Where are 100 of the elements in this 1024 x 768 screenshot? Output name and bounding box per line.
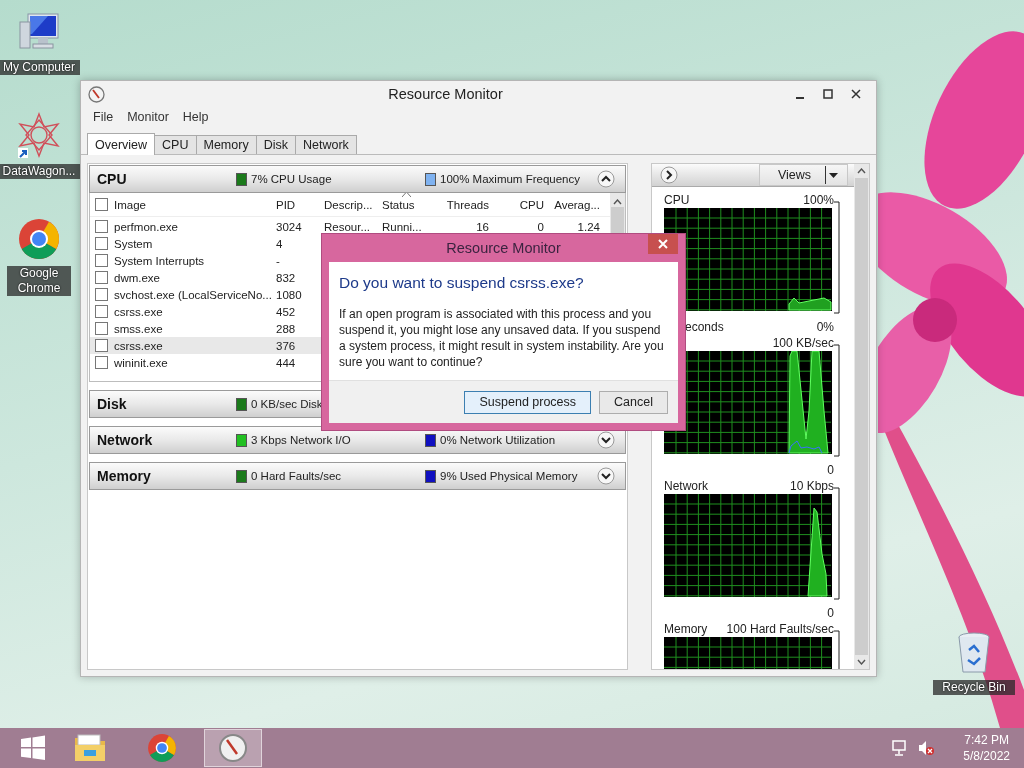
section-title: Disk <box>97 396 128 412</box>
scale-label: 100% <box>803 193 834 208</box>
table-cell: csrss.exe <box>114 339 163 352</box>
table-cell-text: 0 <box>536 220 545 233</box>
muted-speaker-icon[interactable] <box>917 739 936 757</box>
tab[interactable]: Network <box>294 135 357 154</box>
stat-text: 9% Used Physical Memory <box>440 470 578 482</box>
column-header[interactable]: Image <box>114 198 146 211</box>
menu-item[interactable]: Help <box>182 110 209 126</box>
folder-icon[interactable] <box>73 733 107 763</box>
scale-label: 0 <box>827 606 834 620</box>
section-title: Memory <box>97 468 152 484</box>
stat-text: 7% CPU Usage <box>251 173 332 185</box>
table-cell-text: 1080 <box>275 288 303 301</box>
menu-item[interactable]: File <box>93 110 114 126</box>
column-header[interactable]: CPU <box>495 198 550 211</box>
graph-title: Network <box>664 479 708 494</box>
menu-item[interactable]: Monitor <box>127 110 169 126</box>
column-header[interactable]: Status <box>378 198 440 211</box>
dialog-heading: Do you want to suspend csrss.exe? <box>339 274 585 292</box>
table-cell-text: 288 <box>275 322 297 335</box>
expand-icon[interactable] <box>597 431 615 449</box>
expand-icon[interactable] <box>597 467 615 485</box>
scrollbar-thumb[interactable] <box>855 178 868 655</box>
clock-date[interactable]: 5/8/2022 <box>963 748 1010 764</box>
table-cell: System Interrupts <box>114 254 205 267</box>
browser-icon[interactable] <box>146 732 178 764</box>
table-cell: wininit.exe <box>114 356 168 369</box>
table-cell-text: Resour... <box>323 220 372 233</box>
section-title: Network <box>97 432 154 448</box>
clock-time[interactable]: 7:42 PM <box>964 732 1009 748</box>
column-header[interactable]: Averag... <box>550 198 606 211</box>
table-cell: System <box>114 237 153 250</box>
scroll-up-icon[interactable] <box>857 168 866 174</box>
caret-icon <box>829 172 838 178</box>
graph-title: CPU <box>664 193 690 208</box>
select-all-checkbox[interactable] <box>95 198 108 211</box>
scrollbar[interactable] <box>854 164 869 669</box>
tab[interactable]: Overview <box>87 133 156 155</box>
table-cell-text: 3024 <box>275 220 303 233</box>
minimize-icon <box>795 97 805 99</box>
icon-label[interactable]: Google Chrome <box>7 266 71 296</box>
row-checkbox[interactable] <box>95 305 108 318</box>
table-cell-text: 832 <box>275 271 297 284</box>
table-cell: perfmon.exe <box>114 220 178 233</box>
taskbar-button[interactable] <box>204 729 262 767</box>
maximize-icon <box>823 89 833 99</box>
scale-label: 0% <box>816 320 834 334</box>
tab[interactable]: CPU <box>154 135 197 154</box>
row-checkbox[interactable] <box>95 220 108 233</box>
dialog-title: Resource Monitor <box>445 240 562 256</box>
section-title: CPU <box>97 171 128 187</box>
scale-label: 100 Hard Faults/sec <box>726 622 834 637</box>
row-checkbox[interactable] <box>95 356 108 369</box>
row-checkbox[interactable] <box>95 271 108 284</box>
app-icon[interactable] <box>16 112 62 160</box>
stat-text: 100% Maximum Frequency <box>440 173 580 185</box>
window-title: Resource Monitor <box>387 86 504 102</box>
table-cell-text: Runni... <box>381 220 423 233</box>
tab[interactable]: Disk <box>255 135 296 154</box>
scale-label: 0 <box>827 463 834 477</box>
gauge-icon[interactable] <box>218 733 248 763</box>
stat-text: 3 Kbps Network I/O <box>251 434 351 446</box>
close-icon <box>658 239 668 249</box>
row-checkbox[interactable] <box>95 237 108 250</box>
table-cell-text: 444 <box>275 356 297 369</box>
row-checkbox[interactable] <box>95 254 108 267</box>
views-button[interactable]: Views <box>758 164 848 186</box>
row-checkbox[interactable] <box>95 288 108 301</box>
table-cell: smss.exe <box>114 322 163 335</box>
icon-label[interactable]: My Computer <box>0 60 80 75</box>
scroll-up-icon[interactable] <box>613 199 622 205</box>
graph-title: Memory <box>664 622 708 637</box>
table-cell: svchost.exe (LocalServiceNo... <box>114 288 272 301</box>
collapse-icon[interactable] <box>597 170 615 188</box>
table-cell-text: - <box>275 254 281 267</box>
column-header[interactable]: Threads <box>440 198 495 211</box>
column-header[interactable]: Descrip... <box>320 198 378 211</box>
start-icon[interactable] <box>19 734 47 762</box>
column-header[interactable]: PID <box>272 198 320 211</box>
stat-text: 0 KB/sec Disk <box>251 398 323 410</box>
table-cell-text: 4 <box>275 237 284 250</box>
row-checkbox[interactable] <box>95 339 108 352</box>
browser-icon[interactable] <box>16 216 62 262</box>
axis-label: econds <box>684 320 724 334</box>
scale-label: 10 Kbps <box>789 479 834 494</box>
table-cell-text: 452 <box>275 305 297 318</box>
stat-text: 0 Hard Faults/sec <box>251 470 342 482</box>
cancel-button[interactable]: Cancel <box>599 390 668 414</box>
scroll-down-icon[interactable] <box>857 659 866 665</box>
table-cell-text: 16 <box>475 220 490 233</box>
icon-label[interactable]: Recycle Bin <box>933 680 1015 695</box>
tab[interactable]: Memory <box>195 135 257 154</box>
row-checkbox[interactable] <box>95 322 108 335</box>
table-cell: csrss.exe <box>114 305 163 318</box>
expand-panel-icon[interactable] <box>660 166 678 184</box>
icon-label[interactable]: DataWagon... <box>0 164 80 179</box>
scale-label: 100 KB/sec <box>772 336 834 351</box>
stat-text: 0% Network Utilization <box>440 434 556 446</box>
suspend-button[interactable]: Suspend process <box>464 390 592 414</box>
